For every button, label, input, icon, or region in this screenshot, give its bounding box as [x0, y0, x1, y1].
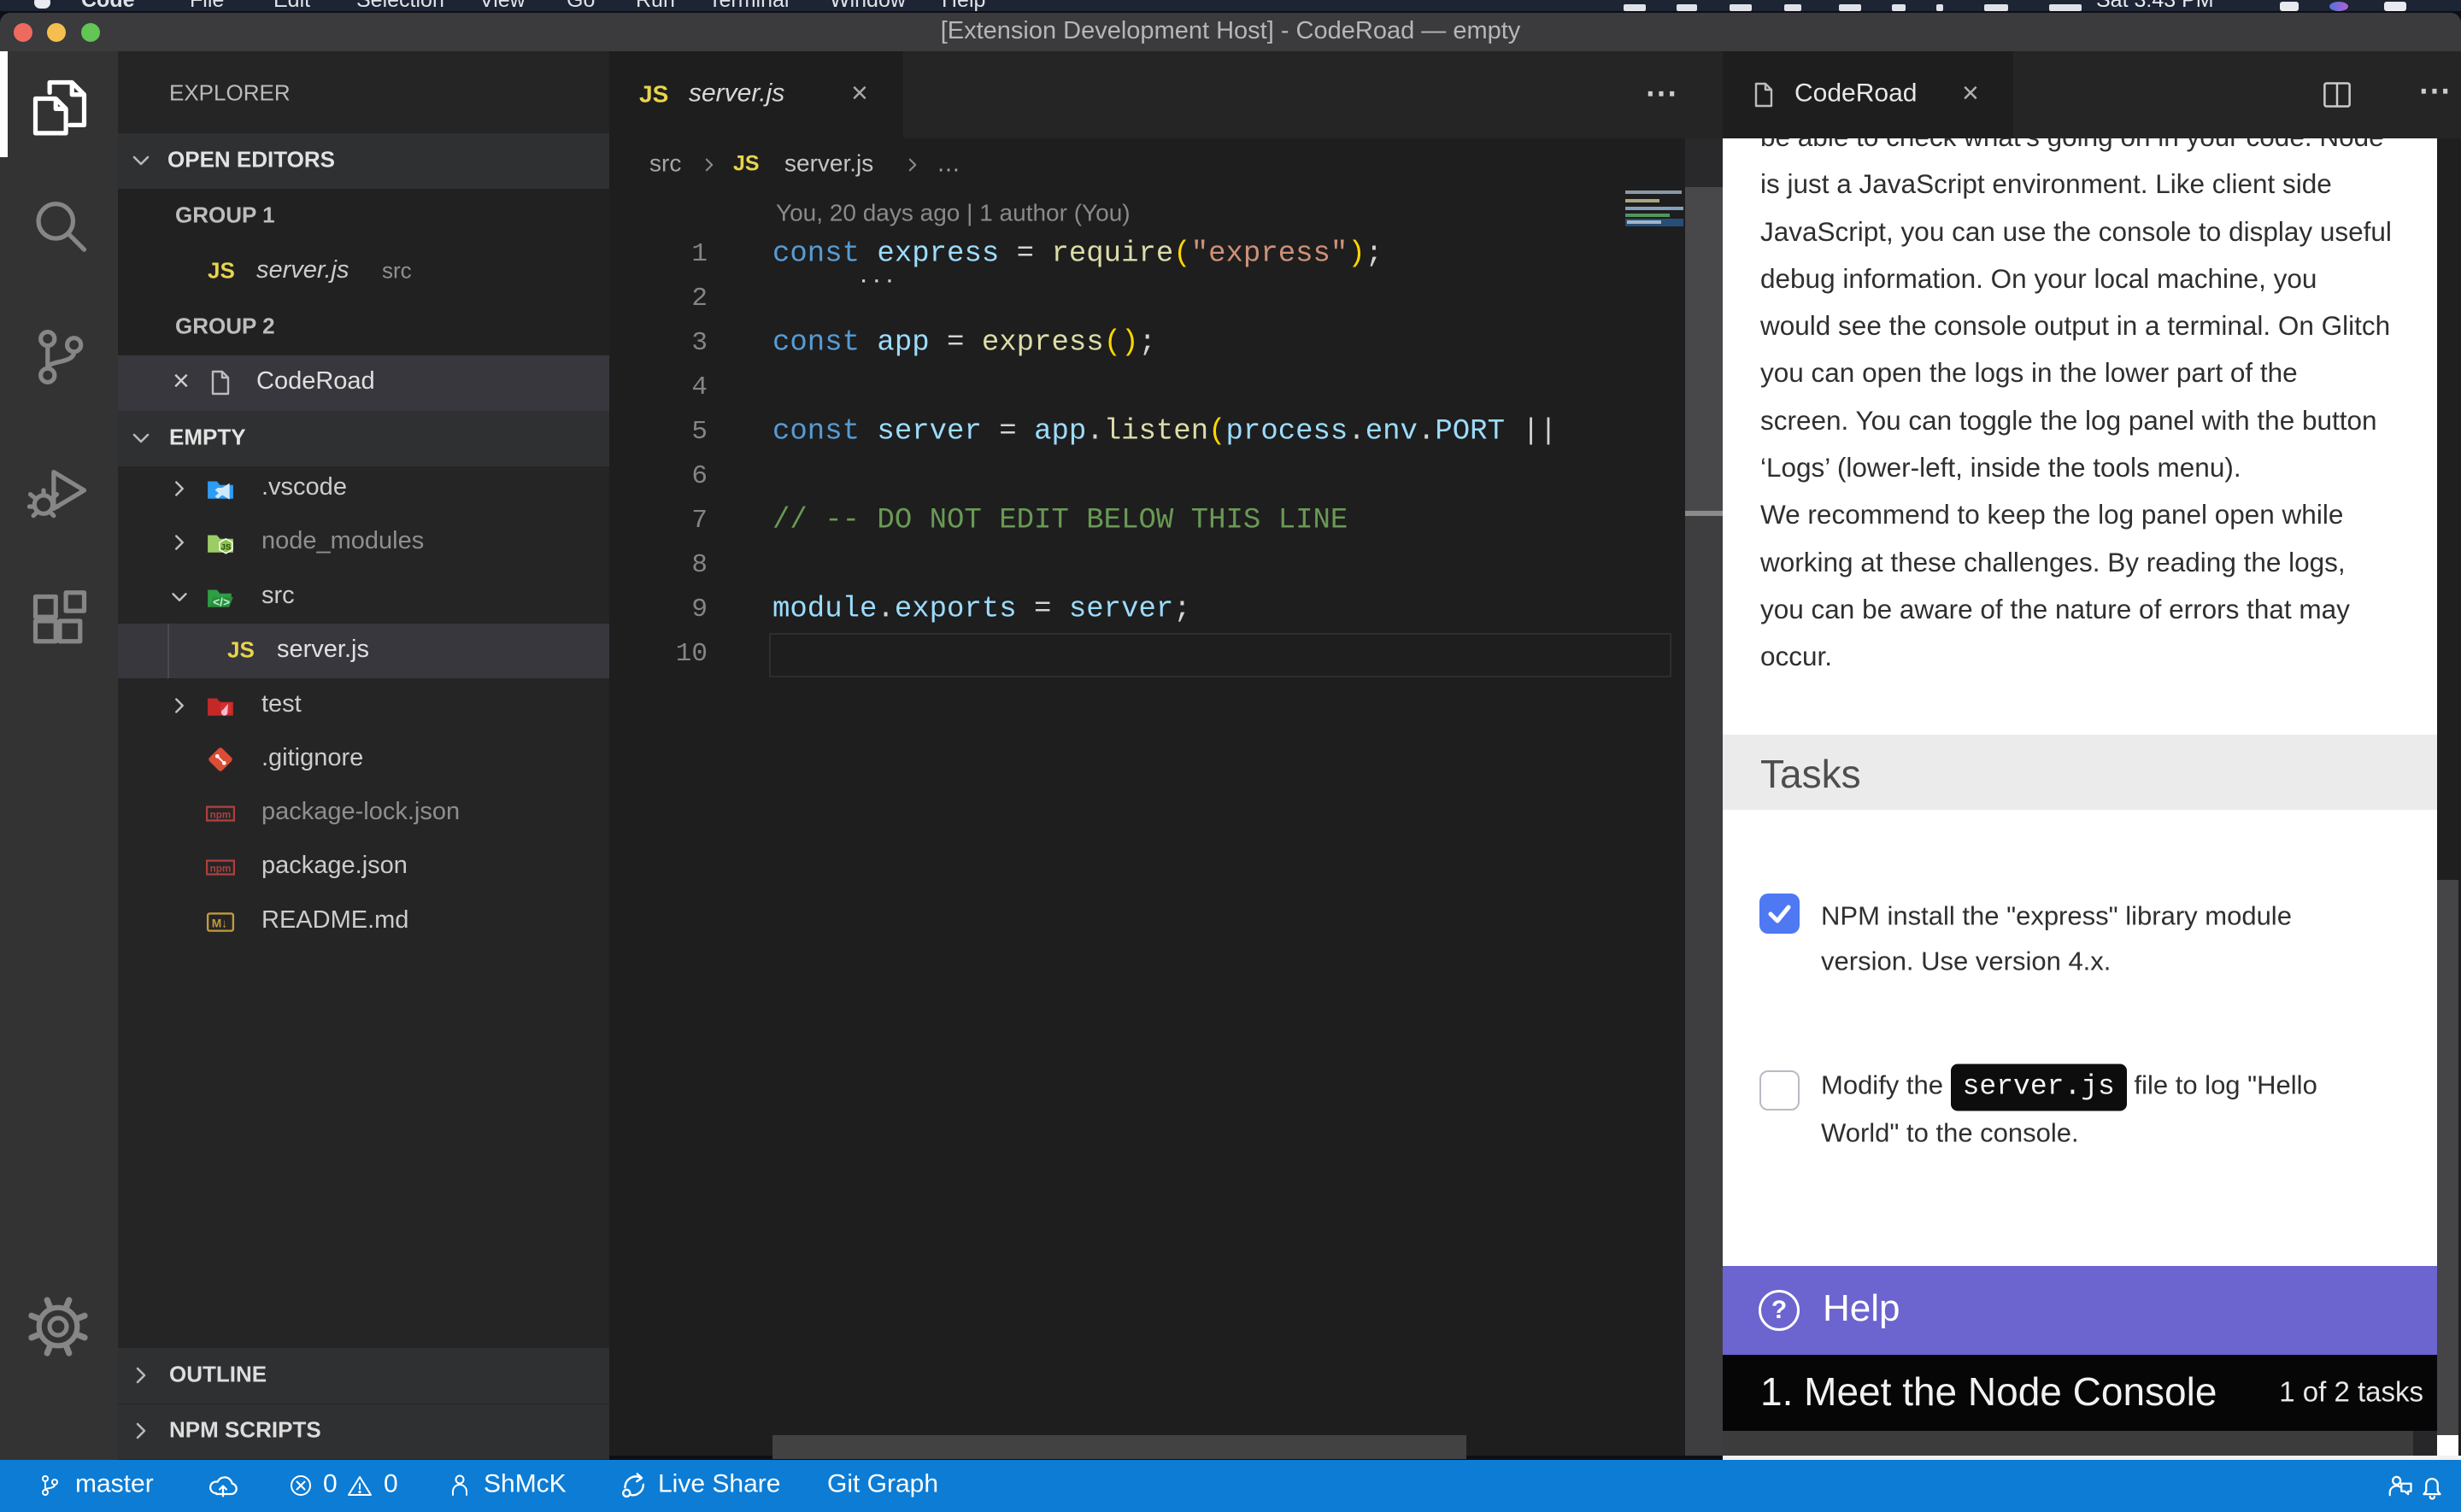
svg-text:npm: npm [210, 863, 232, 874]
svg-text:</>: </> [213, 595, 230, 609]
svg-text:M↓: M↓ [212, 916, 227, 929]
svg-text:JS: JS [221, 543, 232, 553]
svg-text:npm: npm [210, 809, 232, 820]
